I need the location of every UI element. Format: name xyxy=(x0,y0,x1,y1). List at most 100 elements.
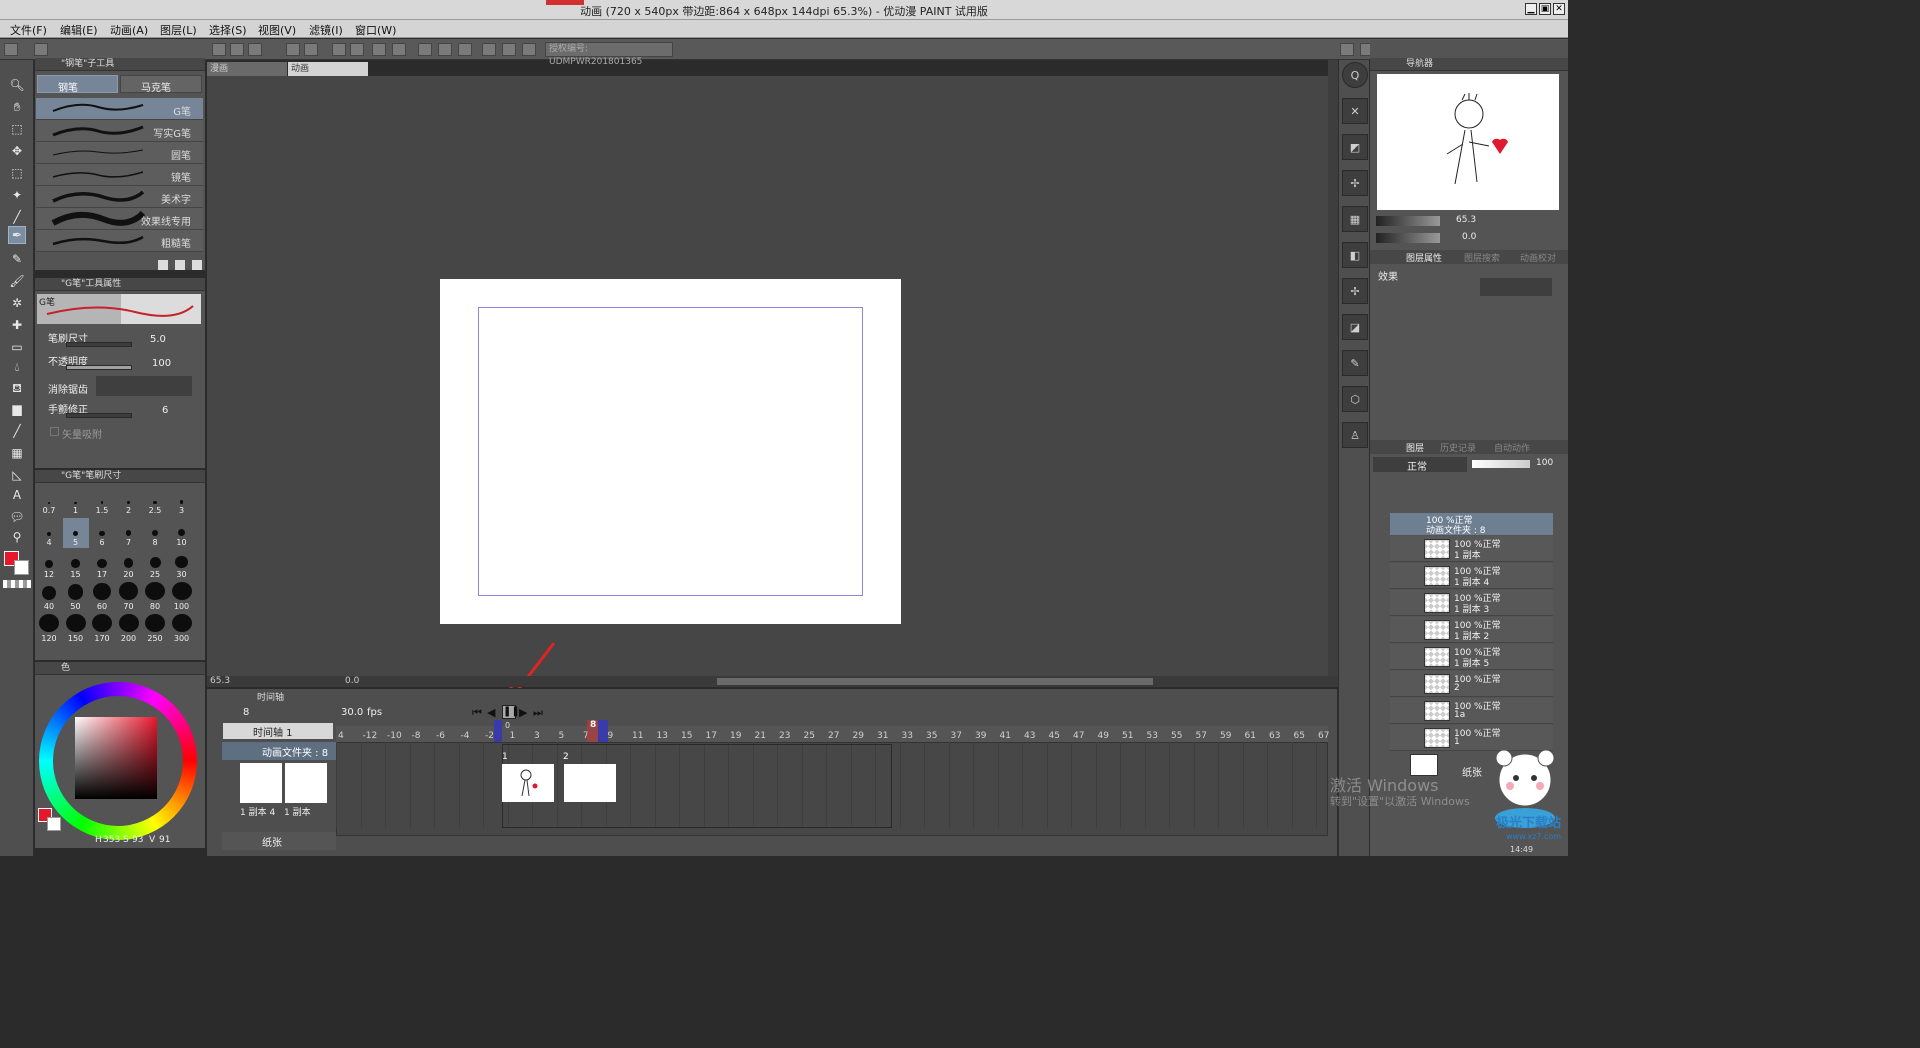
copy-subtool-icon[interactable] xyxy=(175,260,185,270)
search-icon[interactable]: Q xyxy=(1342,62,1368,88)
opacity-slider[interactable] xyxy=(66,365,132,370)
ruler-icon[interactable] xyxy=(418,43,432,56)
layer-row[interactable]: 100 %正常 1a xyxy=(1390,698,1553,724)
brush-size-cell[interactable]: 20 xyxy=(116,550,142,580)
close-button[interactable]: ✕ xyxy=(1553,3,1565,15)
zoom-slider[interactable] xyxy=(1376,216,1440,226)
brush-size-cell[interactable]: 40 xyxy=(36,582,62,612)
pose-icon[interactable]: ♙ xyxy=(1342,422,1368,448)
menu-file[interactable]: 文件(F) xyxy=(10,22,47,38)
ruler-tool-icon[interactable]: ◺ xyxy=(8,466,26,484)
text-icon[interactable]: A xyxy=(8,486,26,504)
pin-icon[interactable] xyxy=(522,43,536,56)
start-marker[interactable] xyxy=(494,720,502,742)
brush-size-cell[interactable]: 100 xyxy=(169,582,195,612)
panel-left-icon[interactable] xyxy=(1340,43,1354,56)
cel-thumb-1[interactable] xyxy=(502,764,554,802)
first-frame-icon[interactable]: ⏮ xyxy=(472,706,484,719)
brush-size-cell[interactable]: 50 xyxy=(63,582,89,612)
brush-size-cell[interactable]: 250 xyxy=(142,614,168,644)
selection-icon[interactable]: ⬚ xyxy=(8,164,26,182)
operation-icon[interactable]: ⬚ xyxy=(8,120,26,138)
fill-icon[interactable] xyxy=(372,43,386,56)
layer-row[interactable]: 100 %正常 1 副本 5 xyxy=(1390,644,1553,670)
layer-opacity-slider[interactable] xyxy=(1472,460,1530,468)
menu-select[interactable]: 选择(S) xyxy=(209,22,247,38)
brush-size-value[interactable]: 5.0 xyxy=(150,334,166,345)
cel-thumb-2[interactable] xyxy=(564,764,616,802)
menu-view[interactable]: 视图(V) xyxy=(258,22,296,38)
tab-pen[interactable]: 钢笔 xyxy=(37,75,118,94)
item-bank-icon[interactable]: ✢ xyxy=(1342,170,1368,196)
brush-size-cell[interactable]: 2 xyxy=(116,486,142,516)
new-icon[interactable] xyxy=(212,43,226,56)
saturation-value-square[interactable] xyxy=(75,717,157,799)
tab-layers[interactable]: 图层 xyxy=(1406,441,1424,454)
hand-icon[interactable]: ✋︎ xyxy=(8,98,26,116)
tab-history[interactable]: 历史记录 xyxy=(1440,441,1476,454)
navigator-zoom[interactable]: 65.3 xyxy=(1456,215,1476,225)
timeline-paper-track[interactable]: 纸张 xyxy=(222,832,336,850)
snap-icon[interactable] xyxy=(438,43,452,56)
layer-row[interactable]: 100 %正常 1 副本 3 xyxy=(1390,590,1553,616)
crop-icon[interactable] xyxy=(392,43,406,56)
canvas-page[interactable] xyxy=(440,279,901,624)
vertical-scrollbar[interactable] xyxy=(1328,60,1338,676)
brush-size-cell[interactable]: 15 xyxy=(63,550,89,580)
brush-size-cell[interactable]: 80 xyxy=(142,582,168,612)
figure-icon[interactable]: ╱ xyxy=(8,422,26,440)
brush-size-cell[interactable]: 60 xyxy=(89,582,115,612)
layer-row[interactable]: 100 %正常 1 副本 4 xyxy=(1390,563,1553,589)
next-frame-icon[interactable]: ▶ xyxy=(519,706,531,719)
brush-size-cell[interactable]: 2.5 xyxy=(142,486,168,516)
brush-size-cell[interactable]: 6 xyxy=(89,518,115,548)
brush-size-cell[interactable]: 7 xyxy=(116,518,142,548)
pencil-icon[interactable]: ✎ xyxy=(8,250,26,268)
transform-icon[interactable] xyxy=(332,43,346,56)
tone-icon[interactable]: ▦ xyxy=(1342,206,1368,232)
layer-icon[interactable]: ✢ xyxy=(1342,278,1368,304)
grid-icon[interactable] xyxy=(458,43,472,56)
brush-size-cell[interactable]: 300 xyxy=(169,614,195,644)
brush-size-cell[interactable]: 10 xyxy=(169,518,195,548)
menu-filter[interactable]: 滤镜(I) xyxy=(309,22,343,38)
canvas-zoom-value[interactable]: 65.3 xyxy=(210,676,230,686)
perspective-icon[interactable] xyxy=(502,43,516,56)
horizontal-scrollbar[interactable] xyxy=(717,678,1153,685)
brush-size-cell[interactable]: 200 xyxy=(116,614,142,644)
menu-window[interactable]: 窗口(W) xyxy=(355,22,396,38)
maximize-button[interactable]: ▣ xyxy=(1539,3,1551,15)
frame-icon[interactable]: ▦ xyxy=(8,444,26,462)
undo-icon[interactable] xyxy=(286,43,300,56)
brush-icon[interactable]: 🖌︎ xyxy=(8,272,26,290)
brush-rough-pen[interactable]: 粗糙笔 xyxy=(36,230,203,252)
effect-buttons[interactable] xyxy=(1480,278,1552,296)
correction-icon[interactable]: ⚲ xyxy=(8,528,26,546)
decoration-icon[interactable]: ✚ xyxy=(8,316,26,334)
zoom-icon[interactable]: 🔍︎ xyxy=(8,76,26,94)
canvas-rotate-value[interactable]: 0.0 xyxy=(345,676,359,686)
brush-size-cell[interactable]: 170 xyxy=(89,614,115,644)
brush-size-cell[interactable]: 1.5 xyxy=(89,486,115,516)
navigator-rotate[interactable]: 0.0 xyxy=(1462,232,1476,242)
brush-size-cell[interactable]: 5 xyxy=(62,518,89,548)
last-frame-icon[interactable]: ⏭ xyxy=(533,706,545,719)
save-icon[interactable] xyxy=(248,43,262,56)
brush-effect-line[interactable]: 效果线专用 xyxy=(36,208,203,230)
layer-row[interactable]: 100 %正常 1 副本 2 xyxy=(1390,617,1553,643)
brush-round-pen[interactable]: 圆笔 xyxy=(36,142,203,164)
brush-calligraphy[interactable]: 美术字 xyxy=(36,186,203,208)
brush-size-cell[interactable]: 1 xyxy=(63,486,89,516)
brush-size-cell[interactable]: 12 xyxy=(36,550,62,580)
brush-size-cell[interactable]: 70 xyxy=(116,582,142,612)
end-marker[interactable] xyxy=(598,720,608,742)
color-sub-swatch[interactable] xyxy=(47,817,61,831)
blend-icon[interactable]: 💧︎ xyxy=(8,358,26,376)
brush-size-cell[interactable]: 0.7 xyxy=(36,486,62,516)
paper-layer-name[interactable]: 纸张 xyxy=(1462,764,1482,779)
symmetry-icon[interactable] xyxy=(482,43,496,56)
tab-auto-action[interactable]: 自动动作 xyxy=(1494,441,1530,454)
timeline-track-header[interactable]: 动画文件夹 : 8 xyxy=(222,742,336,760)
prev-icon[interactable] xyxy=(34,43,48,56)
antialias-options[interactable] xyxy=(96,376,192,396)
